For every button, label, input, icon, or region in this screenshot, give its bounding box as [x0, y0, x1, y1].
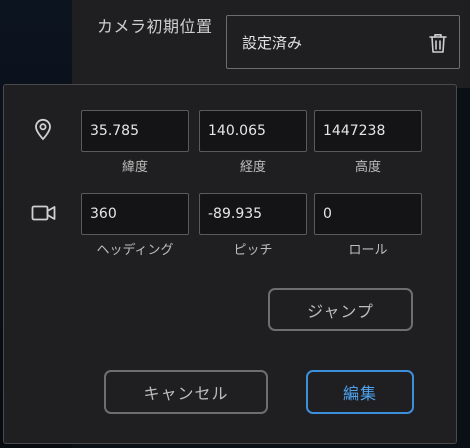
- altitude-label: 高度: [354, 160, 381, 175]
- longitude-label: 経度: [239, 160, 266, 175]
- heading-label: ヘッディング: [96, 243, 174, 258]
- camera-position-editor-popup: 緯度 経度 高度 ヘッディング ピッチ ロール ジャンプ キャンセル 編集: [3, 84, 457, 444]
- altitude-input[interactable]: [314, 110, 422, 152]
- heading-input[interactable]: [81, 193, 189, 235]
- video-camera-icon: [30, 199, 58, 227]
- latitude-label: 緯度: [121, 160, 148, 175]
- trash-icon: [429, 34, 447, 53]
- roll-label: ロール: [348, 243, 388, 258]
- camera-initial-position-value: 設定済み: [242, 34, 303, 52]
- jump-button[interactable]: ジャンプ: [268, 288, 413, 331]
- latitude-input[interactable]: [81, 110, 189, 152]
- map-pin-icon: [29, 115, 57, 143]
- cancel-button[interactable]: キャンセル: [104, 370, 268, 414]
- delete-camera-position-button[interactable]: [426, 30, 450, 56]
- camera-initial-position-label: カメラ初期位置: [97, 17, 213, 36]
- camera-initial-position-field[interactable]: 設定済み: [226, 15, 460, 69]
- pitch-label: ピッチ: [233, 243, 273, 258]
- roll-input[interactable]: [314, 193, 422, 235]
- pitch-input[interactable]: [199, 193, 307, 235]
- edit-button[interactable]: 編集: [306, 370, 414, 414]
- longitude-input[interactable]: [199, 110, 307, 152]
